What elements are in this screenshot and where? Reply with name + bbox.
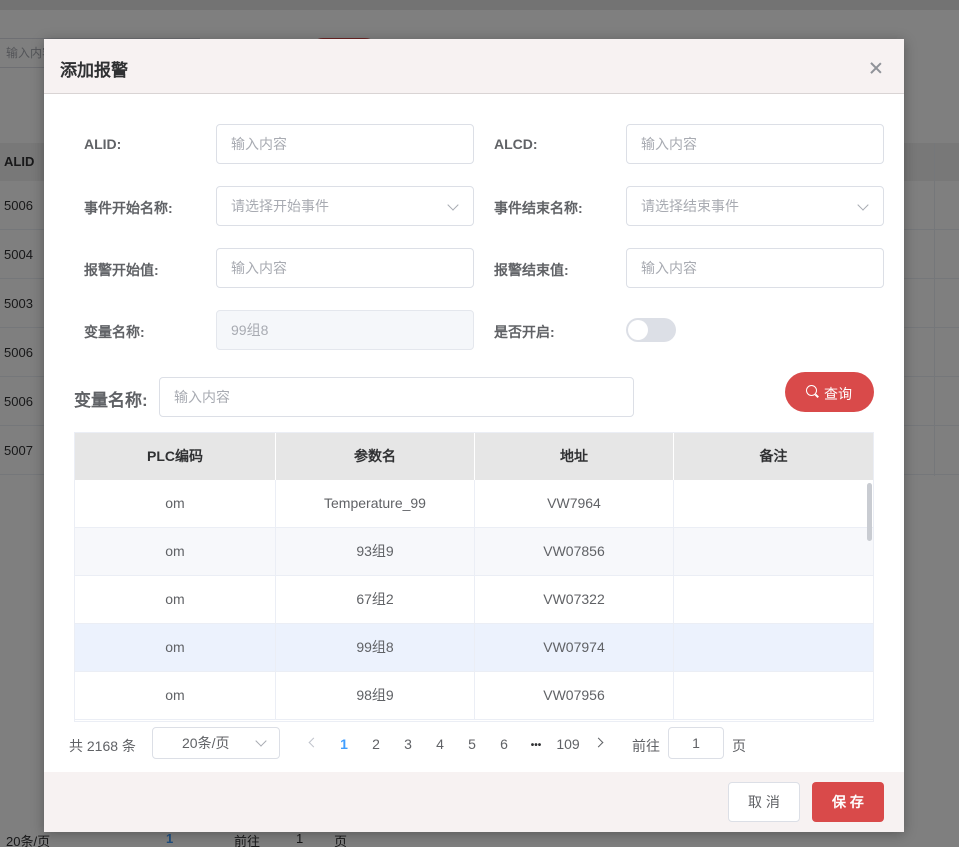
query-button-label: 查询 xyxy=(824,386,852,402)
alarm-start-label: 报警开始值: xyxy=(84,262,159,278)
dialog-title: 添加报警 xyxy=(60,61,128,80)
table-row[interactable]: om 67组2 VW07322 xyxy=(75,576,873,624)
page-size-value: 20条/页 xyxy=(182,735,230,751)
cell-note xyxy=(674,576,873,623)
start-event-placeholder: 请选择开始事件 xyxy=(231,198,329,214)
page-number-2[interactable]: 2 xyxy=(364,736,388,752)
table-row[interactable]: om 93组9 VW07856 xyxy=(75,528,873,576)
toggle-knob xyxy=(628,320,648,340)
page-suffix: 页 xyxy=(732,738,746,754)
save-button[interactable]: 保 存 xyxy=(812,782,884,822)
cell-note xyxy=(674,480,873,527)
cell-address: VW07856 xyxy=(475,528,674,575)
cell-plc: om xyxy=(75,576,276,623)
page-number-4[interactable]: 4 xyxy=(428,736,452,752)
page-number-1[interactable]: 1 xyxy=(332,736,356,752)
cell-plc: om xyxy=(75,672,276,719)
end-event-label: 事件结束名称: xyxy=(494,200,583,216)
column-header-param[interactable]: 参数名 xyxy=(276,433,475,480)
goto-page-input[interactable]: 1 xyxy=(668,727,724,759)
page-size-select[interactable]: 20条/页 xyxy=(152,727,280,759)
query-button[interactable]: 查询 xyxy=(785,372,874,412)
pagination-total: 共 2168 条 xyxy=(69,738,136,754)
variable-search-input[interactable]: 输入内容 xyxy=(159,377,634,417)
dialog-footer: 取 消 保 存 xyxy=(44,772,904,832)
page-number-5[interactable]: 5 xyxy=(460,736,484,752)
column-header-plc[interactable]: PLC编码 xyxy=(75,433,276,480)
cell-address: VW07322 xyxy=(475,576,674,623)
cell-note xyxy=(674,528,873,575)
chevron-down-icon xyxy=(255,735,267,747)
page-ellipsis[interactable]: ••• xyxy=(524,740,548,751)
alid-label: ALID: xyxy=(84,136,122,152)
prev-page-icon[interactable] xyxy=(308,737,319,748)
cell-param: 98组9 xyxy=(276,672,475,719)
alarm-end-label: 报警结束值: xyxy=(494,262,569,278)
enabled-label: 是否开启: xyxy=(494,324,555,340)
cell-param: 67组2 xyxy=(276,576,475,623)
chevron-down-icon xyxy=(857,199,869,211)
variable-input: 99组8 xyxy=(216,310,474,350)
chevron-down-icon xyxy=(447,199,459,211)
cell-address: VW7964 xyxy=(475,480,674,527)
goto-label: 前往 xyxy=(632,738,660,754)
alarm-end-input[interactable]: 输入内容 xyxy=(626,248,884,288)
alcd-input[interactable]: 输入内容 xyxy=(626,124,884,164)
next-page-icon[interactable] xyxy=(593,737,604,748)
column-header-address[interactable]: 地址 xyxy=(475,433,674,480)
page-number-last[interactable]: 109 xyxy=(552,736,584,752)
cell-note xyxy=(674,624,873,671)
alarm-start-input[interactable]: 输入内容 xyxy=(216,248,474,288)
cell-address: VW07974 xyxy=(475,624,674,671)
variable-label: 变量名称: xyxy=(84,324,145,340)
dialog-header: 添加报警 xyxy=(44,39,904,94)
close-icon[interactable] xyxy=(868,60,884,76)
start-event-label: 事件开始名称: xyxy=(84,200,173,216)
alid-input[interactable]: 输入内容 xyxy=(216,124,474,164)
variable-table: PLC编码 参数名 地址 备注 om Temperature_99 VW7964… xyxy=(74,432,874,722)
end-event-select[interactable]: 请选择结束事件 xyxy=(626,186,884,226)
cell-plc: om xyxy=(75,624,276,671)
cell-note xyxy=(674,672,873,719)
cell-param: Temperature_99 xyxy=(276,480,475,527)
page-number-3[interactable]: 3 xyxy=(396,736,420,752)
cell-address: VW07956 xyxy=(475,672,674,719)
cell-plc: om xyxy=(75,480,276,527)
table-scrollbar[interactable] xyxy=(867,483,872,541)
table-row[interactable]: om 98组9 VW07956 xyxy=(75,672,873,720)
add-alarm-dialog: 添加报警 ALID: 输入内容 ALCD: 输入内容 事件开始名称: 请选择开始… xyxy=(44,39,904,832)
end-event-placeholder: 请选择结束事件 xyxy=(641,198,739,214)
search-icon xyxy=(806,385,817,396)
alcd-label: ALCD: xyxy=(494,136,538,152)
column-header-note[interactable]: 备注 xyxy=(674,433,873,480)
cancel-button[interactable]: 取 消 xyxy=(728,782,800,822)
start-event-select[interactable]: 请选择开始事件 xyxy=(216,186,474,226)
variable-search-label: 变量名称: xyxy=(74,391,148,410)
page-number-6[interactable]: 6 xyxy=(492,736,516,752)
cell-plc: om xyxy=(75,528,276,575)
enabled-toggle[interactable] xyxy=(626,318,676,342)
table-header: PLC编码 参数名 地址 备注 xyxy=(75,433,873,480)
table-row-selected[interactable]: om 99组8 VW07974 xyxy=(75,624,873,672)
table-row[interactable]: om Temperature_99 VW7964 xyxy=(75,480,873,528)
cell-param: 99组8 xyxy=(276,624,475,671)
cell-param: 93组9 xyxy=(276,528,475,575)
